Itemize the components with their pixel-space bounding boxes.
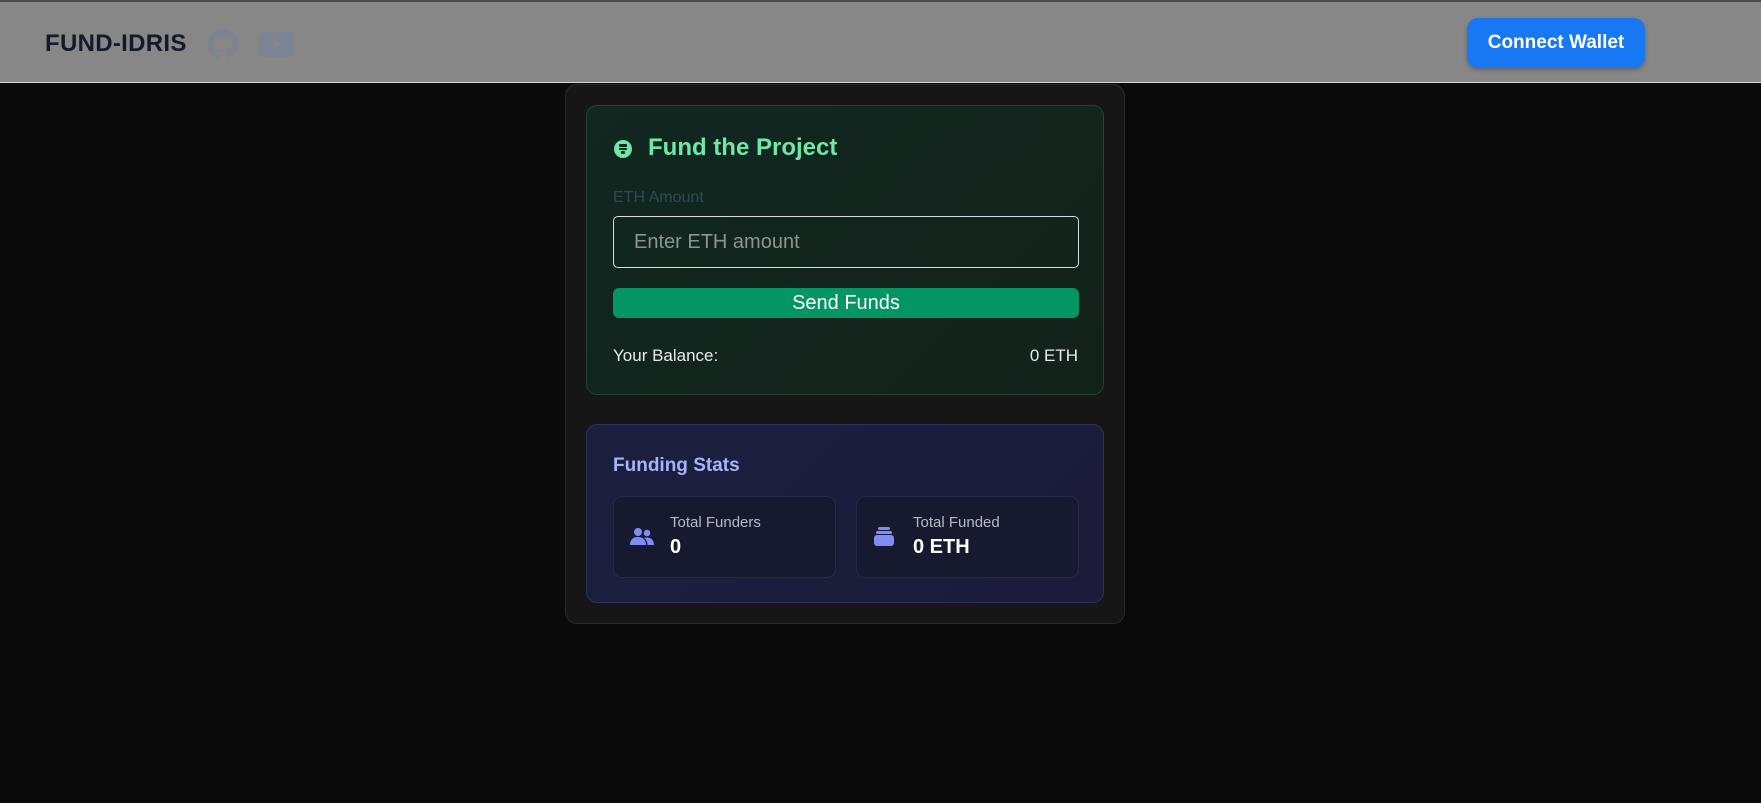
funding-stats-card: Funding Stats Total Funders 0 Total Fund… bbox=[586, 424, 1104, 603]
navbar: FUND-IDRIS Connect Wallet bbox=[0, 2, 1761, 83]
youtube-icon[interactable] bbox=[259, 32, 294, 57]
coin-icon bbox=[614, 140, 632, 158]
connect-wallet-button[interactable]: Connect Wallet bbox=[1467, 18, 1645, 68]
stat-value: 0 ETH bbox=[913, 536, 970, 558]
balance-value: 0 ETH bbox=[1029, 346, 1078, 365]
users-icon bbox=[630, 528, 654, 545]
eth-amount-label: ETH Amount bbox=[613, 189, 704, 206]
balance-label: Your Balance: bbox=[613, 346, 719, 365]
stat-total-funded: Total Funded 0 ETH bbox=[856, 496, 1079, 578]
stat-label: Total Funders bbox=[670, 514, 761, 531]
stats-title: Funding Stats bbox=[613, 455, 740, 476]
stat-value: 0 bbox=[670, 536, 682, 558]
send-funds-button[interactable]: Send Funds bbox=[613, 288, 1079, 318]
eth-amount-input[interactable] bbox=[613, 216, 1079, 268]
fund-title: Fund the Project bbox=[648, 134, 838, 161]
brand-logo[interactable]: FUND-IDRIS bbox=[45, 30, 187, 58]
coins-stack-icon bbox=[874, 527, 894, 546]
github-icon[interactable] bbox=[208, 29, 238, 59]
stat-label: Total Funded bbox=[913, 514, 1000, 531]
stat-total-funders: Total Funders 0 bbox=[613, 496, 836, 578]
fund-project-card: Fund the Project ETH Amount Send Funds Y… bbox=[586, 105, 1104, 395]
